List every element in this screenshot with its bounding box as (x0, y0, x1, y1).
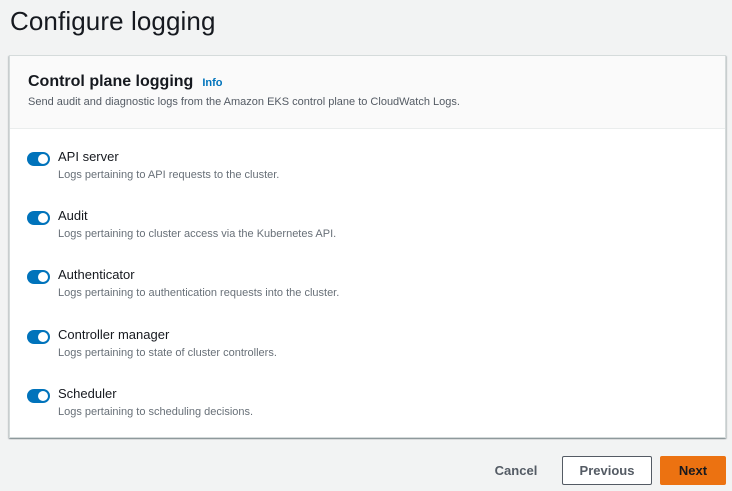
scheduler-toggle[interactable] (27, 389, 50, 403)
toggle-knob (38, 332, 48, 342)
panel-header: Control plane logging Info Send audit an… (10, 56, 725, 129)
info-link[interactable]: Info (202, 77, 222, 89)
toggle-item-controller-manager: Controller manager Logs pertaining to st… (27, 327, 707, 367)
toggle-knob (38, 391, 48, 401)
api-server-toggle[interactable] (27, 152, 50, 166)
toggle-label[interactable]: API server (58, 149, 119, 164)
toggle-description: Logs pertaining to cluster access via th… (58, 228, 337, 240)
toggle-knob (38, 213, 48, 223)
authenticator-toggle[interactable] (27, 270, 50, 284)
toggle-knob (38, 272, 48, 282)
toggle-label[interactable]: Authenticator (58, 267, 135, 282)
page-title: Configure logging (10, 6, 216, 36)
next-button[interactable]: Next (660, 456, 726, 485)
toggle-knob (38, 154, 48, 164)
audit-toggle[interactable] (27, 211, 50, 225)
panel-title-row: Control plane logging Info (28, 73, 222, 91)
panel-description: Send audit and diagnostic logs from the … (28, 96, 460, 108)
toggle-description: Logs pertaining to authentication reques… (58, 287, 340, 299)
toggle-item-audit: Audit Logs pertaining to cluster access … (27, 208, 707, 248)
toggle-description: Logs pertaining to scheduling decisions. (58, 406, 254, 418)
toggle-label[interactable]: Controller manager (58, 327, 169, 342)
toggle-label[interactable]: Scheduler (58, 386, 117, 401)
panel-title: Control plane logging (28, 73, 194, 90)
toggle-item-scheduler: Scheduler Logs pertaining to scheduling … (27, 386, 707, 426)
previous-button[interactable]: Previous (562, 456, 652, 485)
toggle-description: Logs pertaining to state of cluster cont… (58, 347, 277, 359)
toggle-description: Logs pertaining to API requests to the c… (58, 169, 280, 181)
toggle-item-authenticator: Authenticator Logs pertaining to authent… (27, 267, 707, 307)
cancel-button[interactable]: Cancel (486, 456, 546, 485)
toggle-label[interactable]: Audit (58, 208, 88, 223)
control-plane-logging-panel: Control plane logging Info Send audit an… (9, 55, 726, 438)
toggle-item-api-server: API server Logs pertaining to API reques… (27, 149, 707, 189)
controller-manager-toggle[interactable] (27, 330, 50, 344)
